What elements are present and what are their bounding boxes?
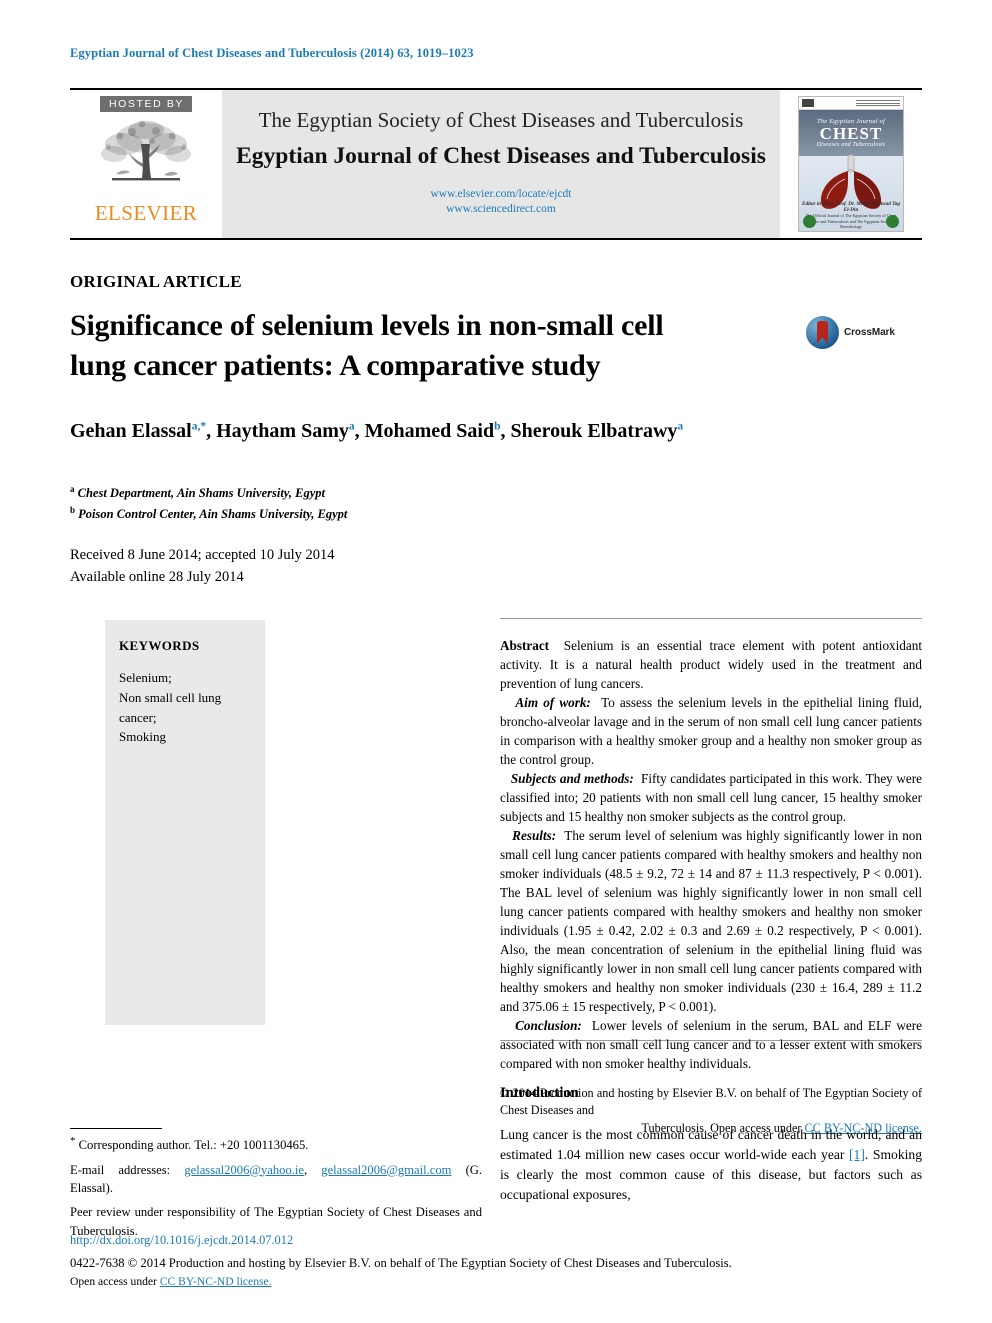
author-affil-mark[interactable]: b bbox=[494, 420, 500, 432]
article-type: ORIGINAL ARTICLE bbox=[70, 272, 242, 291]
author-name: Sherouk Elbatrawy bbox=[510, 420, 678, 442]
author-affil-mark[interactable]: a,* bbox=[192, 420, 206, 432]
cover-seal-left-icon bbox=[803, 215, 816, 228]
cover-line-3: Diseases and Tuberculosis bbox=[816, 142, 886, 148]
journal-cover-thumbnail: The Egyptian Journal of CHEST Diseases a… bbox=[798, 96, 904, 232]
affiliation-mark: b bbox=[70, 504, 76, 515]
author-name: Gehan Elassal bbox=[70, 420, 192, 442]
paper-page: Egyptian Journal of Chest Diseases and T… bbox=[0, 0, 992, 1323]
email-link-yahoo[interactable]: gelassal2006@yahoo.ie bbox=[184, 1163, 304, 1177]
abstract-conclusion-paragraph: Conclusion: Lower levels of selenium in … bbox=[500, 1016, 922, 1073]
article-title-line-1: Significance of selenium levels in non-s… bbox=[70, 309, 664, 342]
affiliation-list: a Chest Department, Ain Shams University… bbox=[70, 483, 770, 524]
publisher-url[interactable]: www.elsevier.com/locate/ejcdt bbox=[430, 187, 571, 202]
footer-cc-license-link[interactable]: CC BY-NC-ND license. bbox=[160, 1275, 272, 1288]
keyword-item: Non small cell lung cancer; bbox=[119, 689, 222, 725]
abstract-results-label: Results: bbox=[512, 828, 557, 843]
abstract-aim-paragraph: Aim of work: To assess the selenium leve… bbox=[500, 693, 922, 769]
keyword-item: Smoking bbox=[119, 729, 166, 745]
journal-cover-block: The Egyptian Journal of CHEST Diseases a… bbox=[780, 90, 922, 238]
corresponding-author-text: Corresponding author. Tel.: +20 10011304… bbox=[78, 1138, 309, 1153]
abstract-top-rule bbox=[500, 618, 922, 619]
footer-copyright: 0422-7638 © 2014 Production and hosting … bbox=[70, 1254, 930, 1290]
cover-line-2: CHEST bbox=[819, 124, 883, 143]
crossmark-icon bbox=[806, 315, 839, 349]
elsevier-logo-block: HOSTED BY ELSEVIER bbox=[70, 90, 222, 238]
affiliation-item: b Poison Control Center, Ain Shams Unive… bbox=[70, 504, 770, 525]
author-affil-mark[interactable]: a bbox=[677, 420, 683, 432]
abstract-methods-paragraph: Subjects and methods: Fifty candidates p… bbox=[500, 769, 922, 826]
article-title-line-2: lung cancer patients: A comparative stud… bbox=[70, 349, 601, 383]
abstract-aim-label: Aim of work: bbox=[515, 695, 591, 710]
cover-mini-logo-icon bbox=[802, 99, 814, 107]
keywords-heading: KEYWORDS bbox=[119, 638, 200, 653]
hosted-by-badge: HOSTED BY bbox=[99, 96, 193, 112]
society-name: The Egyptian Society of Chest Diseases a… bbox=[258, 108, 744, 133]
journal-name: Egyptian Journal of Chest Diseases and T… bbox=[236, 143, 766, 170]
journal-masthead: HOSTED BY ELSEVIER The Egyptian Society … bbox=[70, 88, 922, 240]
reference-link-1[interactable]: [1] bbox=[849, 1147, 865, 1162]
cover-mini-lines bbox=[856, 99, 900, 107]
email-label: E-mail addresses: bbox=[70, 1162, 171, 1177]
corresponding-author-note: * Corresponding author. Tel.: +20 100113… bbox=[70, 1133, 482, 1155]
abstract-conclusion-label: Conclusion: bbox=[515, 1018, 582, 1033]
open-access-line: Open access under CC BY-NC-ND license. bbox=[70, 1273, 930, 1290]
page-title: Significance of selenium levels in non-s… bbox=[70, 306, 730, 386]
doi-link[interactable]: http://dx.doi.org/10.1016/j.ejcdt.2014.0… bbox=[70, 1233, 293, 1248]
footnote-rule bbox=[70, 1128, 162, 1129]
sciencedirect-url[interactable]: www.sciencedirect.com bbox=[430, 202, 571, 217]
cover-title-band: The Egyptian Journal of CHEST Diseases a… bbox=[799, 110, 903, 156]
abstract-results-paragraph: Results: The serum level of selenium was… bbox=[500, 826, 922, 1016]
author-affil-mark[interactable]: a bbox=[349, 420, 355, 432]
affiliation-text: Chest Department, Ain Shams University, … bbox=[77, 486, 325, 501]
footnotes-block: * Corresponding author. Tel.: +20 100113… bbox=[70, 1133, 482, 1240]
cover-seal-right-icon bbox=[886, 215, 899, 228]
abstract-intro-text: Selenium is an essential trace element w… bbox=[500, 638, 922, 691]
affiliation-text: Poison Control Center, Ain Shams Univers… bbox=[78, 506, 348, 521]
crossmark-label: CrossMark bbox=[844, 326, 895, 338]
abstract-methods-label: Subjects and methods: bbox=[510, 771, 634, 786]
affiliation-item: a Chest Department, Ain Shams University… bbox=[70, 483, 770, 504]
introduction-paragraph: Lung cancer is the most common cause of … bbox=[500, 1125, 922, 1205]
received-accepted-date: Received 8 June 2014; accepted 10 July 2… bbox=[70, 547, 335, 563]
elsevier-tree-icon bbox=[94, 114, 198, 202]
email-separator: , bbox=[303, 1162, 322, 1177]
available-online-date: Available online 28 July 2014 bbox=[70, 568, 244, 585]
cover-topbar bbox=[799, 97, 903, 110]
email-note: E-mail addresses: gelassal2006@yahoo.ie,… bbox=[70, 1161, 482, 1198]
journal-urls: www.elsevier.com/locate/ejcdt www.scienc… bbox=[430, 187, 571, 217]
cover-editor-line: Editor in chief: Prof. Dr. Mohamed Awad … bbox=[802, 201, 900, 214]
author-list: Gehan Elassala,*, Haytham Samya, Mohamed… bbox=[70, 420, 684, 442]
running-head: Egyptian Journal of Chest Diseases and T… bbox=[70, 46, 474, 60]
abstract-results-text: The serum level of selenium was highly s… bbox=[500, 828, 922, 1014]
introduction-heading: Introduction bbox=[500, 1085, 579, 1101]
article-dates: Received 8 June 2014; accepted 10 July 2… bbox=[70, 545, 335, 589]
keywords-panel: KEYWORDS Selenium; Non small cell lung c… bbox=[105, 620, 265, 1025]
journal-title-panel: The Egyptian Society of Chest Diseases a… bbox=[222, 90, 780, 238]
keywords-list: Selenium; Non small cell lung cancer; Sm… bbox=[119, 668, 251, 747]
author-name: Haytham Samy bbox=[216, 420, 349, 442]
abstract-intro-paragraph: Abstract Selenium is an essential trace … bbox=[500, 636, 922, 693]
elsevier-wordmark: ELSEVIER bbox=[94, 201, 198, 225]
email-link-gmail[interactable]: gelassal2006@gmail.com bbox=[321, 1163, 451, 1177]
crossmark-badge[interactable]: CrossMark bbox=[806, 314, 916, 350]
affiliation-mark: a bbox=[70, 484, 75, 494]
abstract-section: Abstract Selenium is an essential trace … bbox=[500, 636, 922, 1137]
asterisk-icon: * bbox=[70, 1135, 76, 1147]
author-name: Mohamed Said bbox=[364, 420, 495, 442]
keyword-item: Selenium; bbox=[119, 670, 172, 685]
issn-copyright-line: 0422-7638 © 2014 Production and hosting … bbox=[70, 1256, 732, 1270]
open-access-text: Open access under bbox=[70, 1274, 160, 1288]
abstract-label: Abstract bbox=[500, 638, 550, 653]
